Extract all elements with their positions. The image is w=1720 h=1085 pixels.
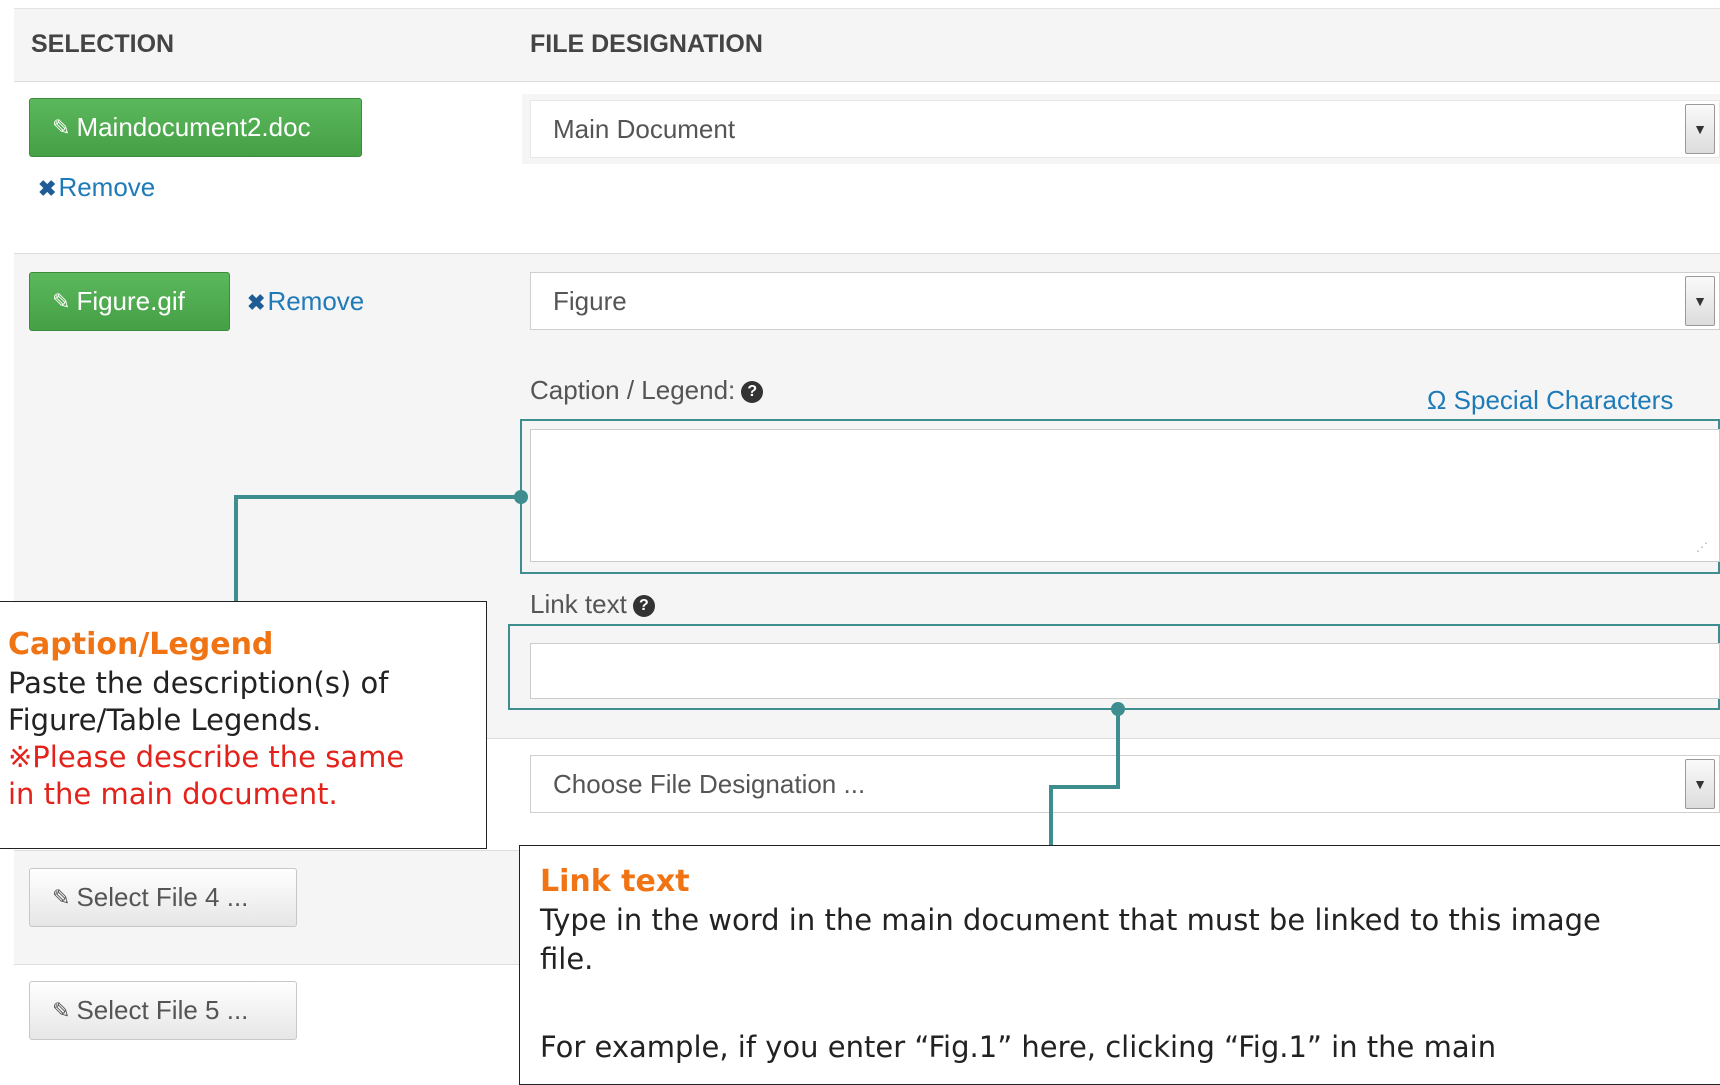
link-connector-horizontal — [1049, 785, 1120, 789]
link-text-input[interactable] — [530, 643, 1720, 699]
paperclip-icon: ✎ — [52, 114, 71, 140]
caption-label-text: Caption / Legend: — [530, 375, 736, 405]
remove-label: Remove — [267, 286, 365, 316]
caption-connector-vertical — [234, 495, 238, 603]
table-header — [14, 8, 1720, 82]
select-value: Main Document — [553, 113, 736, 144]
caption-legend-callout: Caption/Legend Paste the description(s) … — [0, 601, 487, 849]
select-file-label: Select File 5 ... — [76, 995, 249, 1025]
select-value: Choose File Designation ... — [553, 768, 866, 799]
caption-connector-horizontal — [234, 495, 522, 499]
callout-title: Link text — [540, 864, 690, 899]
dropdown-arrow-icon: ▼ — [1685, 276, 1715, 326]
dropdown-arrow-icon: ▼ — [1685, 759, 1715, 809]
remove-link-row2[interactable]: ✖Remove — [247, 286, 364, 317]
question-circle-icon[interactable]: ? — [632, 595, 655, 618]
remove-link-row1[interactable]: ✖Remove — [38, 172, 155, 203]
paperclip-icon: ✎ — [52, 997, 71, 1023]
select-file-5-button[interactable]: ✎ Select File 5 ... — [29, 981, 297, 1040]
link-text-label: Link text? — [530, 589, 655, 620]
callout-note: ※Please describe the same — [8, 740, 405, 774]
column-header-selection: SELECTION — [31, 30, 175, 58]
special-characters-link[interactable]: Ω Special Characters — [1427, 385, 1673, 416]
question-circle-icon[interactable]: ? — [741, 381, 764, 404]
designation-select-row2[interactable]: Figure ▼ — [530, 272, 1720, 330]
file-button-label: Maindocument2.doc — [76, 112, 311, 142]
link-text-label-text: Link text — [530, 589, 627, 619]
select-value: Figure — [553, 285, 627, 316]
dropdown-arrow-icon: ▼ — [1685, 104, 1715, 154]
callout-text: Figure/Table Legends. — [8, 703, 322, 737]
link-connector-dot — [1111, 702, 1125, 716]
file-button-maindocument[interactable]: ✎ Maindocument2.doc — [29, 98, 362, 157]
callout-text: Type in the word in the main document th… — [540, 903, 1601, 937]
caption-textarea[interactable] — [530, 429, 1720, 562]
caption-label: Caption / Legend:? — [530, 375, 764, 406]
select-file-4-button[interactable]: ✎ Select File 4 ... — [29, 868, 297, 927]
designation-select-row1[interactable]: Main Document ▼ — [530, 100, 1720, 158]
remove-x-icon: ✖ — [247, 290, 266, 315]
remove-label: Remove — [58, 172, 156, 202]
file-button-figure[interactable]: ✎ Figure.gif — [29, 272, 230, 331]
file-button-label: Figure.gif — [76, 286, 185, 316]
callout-title: Caption/Legend — [8, 627, 274, 662]
resize-grip-icon[interactable]: ⋰ — [1696, 540, 1708, 554]
link-connector-vertical — [1116, 709, 1120, 789]
callout-text: Paste the description(s) of — [8, 666, 389, 700]
link-text-callout: Link text Type in the word in the main d… — [519, 845, 1720, 1085]
callout-note: in the main document. — [8, 777, 338, 811]
paperclip-icon: ✎ — [52, 288, 71, 314]
designation-select-row3[interactable]: Choose File Designation ... ▼ — [530, 755, 1720, 813]
paperclip-icon: ✎ — [52, 884, 71, 910]
callout-text: For example, if you enter “Fig.1” here, … — [540, 1030, 1497, 1064]
caption-connector-dot — [514, 490, 528, 504]
remove-x-icon: ✖ — [38, 176, 57, 201]
column-header-file-designation: FILE DESIGNATION — [530, 30, 763, 58]
select-file-label: Select File 4 ... — [76, 882, 249, 912]
callout-text: file. — [540, 942, 594, 976]
